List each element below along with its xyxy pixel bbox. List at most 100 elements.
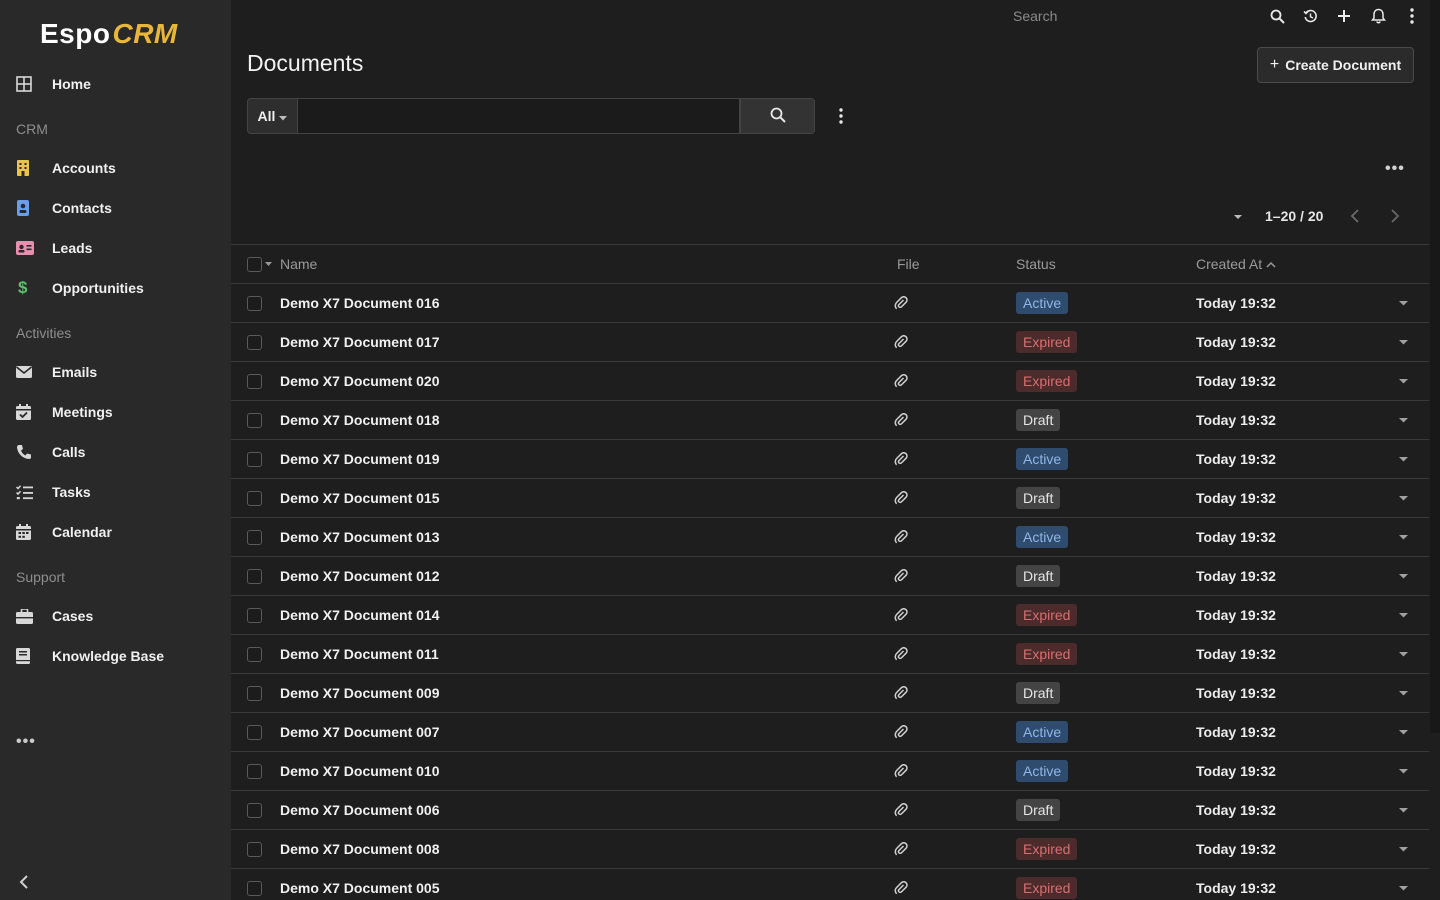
filter-scope-dropdown[interactable]: All <box>247 98 298 134</box>
table-row[interactable]: Demo X7 Document 010 Active Today 19:32 <box>231 752 1429 791</box>
document-name-link[interactable]: Demo X7 Document 011 <box>280 635 439 673</box>
document-name-link[interactable]: Demo X7 Document 017 <box>280 323 440 361</box>
list-actions-button[interactable]: ••• <box>1385 160 1405 178</box>
document-name-link[interactable]: Demo X7 Document 014 <box>280 596 440 634</box>
document-name-link[interactable]: Demo X7 Document 005 <box>280 869 440 900</box>
document-name-link[interactable]: Demo X7 Document 009 <box>280 674 440 712</box>
table-row[interactable]: Demo X7 Document 006 Draft Today 19:32 <box>231 791 1429 830</box>
plus-icon[interactable] <box>1334 6 1354 26</box>
attachment-icon[interactable] <box>894 362 908 400</box>
row-actions-caret-icon[interactable] <box>1399 284 1408 322</box>
row-checkbox[interactable] <box>247 479 262 517</box>
sidebar-item-knowledge-base[interactable]: Knowledge Base <box>0 636 231 676</box>
sidebar-item-meetings[interactable]: Meetings <box>0 392 231 432</box>
attachment-icon[interactable] <box>894 869 908 900</box>
document-name-link[interactable]: Demo X7 Document 015 <box>280 479 440 517</box>
row-checkbox[interactable] <box>247 557 262 595</box>
create-document-button[interactable]: + Create Document <box>1257 47 1414 83</box>
table-row[interactable]: Demo X7 Document 015 Draft Today 19:32 <box>231 479 1429 518</box>
row-actions-caret-icon[interactable] <box>1399 869 1408 900</box>
sidebar-item-calendar[interactable]: Calendar <box>0 512 231 552</box>
sidebar-item-opportunities[interactable]: $ Opportunities <box>0 268 231 308</box>
document-name-link[interactable]: Demo X7 Document 016 <box>280 284 440 322</box>
history-icon[interactable] <box>1300 6 1320 26</box>
sidebar-more-button[interactable]: ••• <box>16 733 36 751</box>
document-name-link[interactable]: Demo X7 Document 008 <box>280 830 440 868</box>
table-row[interactable]: Demo X7 Document 018 Draft Today 19:32 <box>231 401 1429 440</box>
table-row[interactable]: Demo X7 Document 013 Active Today 19:32 <box>231 518 1429 557</box>
page-scrollbar-thumb[interactable] <box>1430 0 1440 733</box>
sidebar-item-home[interactable]: Home <box>0 64 231 104</box>
sidebar-item-emails[interactable]: Emails <box>0 352 231 392</box>
row-actions-caret-icon[interactable] <box>1399 323 1408 361</box>
row-checkbox[interactable] <box>247 752 262 790</box>
next-page-icon[interactable] <box>1387 206 1403 226</box>
row-checkbox[interactable] <box>247 713 262 751</box>
table-row[interactable]: Demo X7 Document 012 Draft Today 19:32 <box>231 557 1429 596</box>
table-row[interactable]: Demo X7 Document 007 Active Today 19:32 <box>231 713 1429 752</box>
document-name-link[interactable]: Demo X7 Document 007 <box>280 713 440 751</box>
row-checkbox[interactable] <box>247 674 262 712</box>
attachment-icon[interactable] <box>894 791 908 829</box>
sidebar-item-tasks[interactable]: Tasks <box>0 472 231 512</box>
row-checkbox[interactable] <box>247 284 262 322</box>
row-actions-caret-icon[interactable] <box>1399 557 1408 595</box>
document-name-link[interactable]: Demo X7 Document 010 <box>280 752 440 790</box>
sidebar-item-leads[interactable]: Leads <box>0 228 231 268</box>
row-checkbox[interactable] <box>247 596 262 634</box>
table-row[interactable]: Demo X7 Document 014 Expired Today 19:32 <box>231 596 1429 635</box>
more-vertical-icon[interactable] <box>1402 6 1422 26</box>
collapse-sidebar-icon[interactable] <box>14 872 34 892</box>
row-actions-caret-icon[interactable] <box>1399 362 1408 400</box>
sidebar-item-accounts[interactable]: Accounts <box>0 148 231 188</box>
attachment-icon[interactable] <box>894 323 908 361</box>
table-row[interactable]: Demo X7 Document 017 Expired Today 19:32 <box>231 323 1429 362</box>
table-row[interactable]: Demo X7 Document 011 Expired Today 19:32 <box>231 635 1429 674</box>
table-row[interactable]: Demo X7 Document 019 Active Today 19:32 <box>231 440 1429 479</box>
table-row[interactable]: Demo X7 Document 009 Draft Today 19:32 <box>231 674 1429 713</box>
row-checkbox[interactable] <box>247 401 262 439</box>
filter-search-input[interactable] <box>298 98 740 134</box>
logo[interactable]: Espo CRM <box>40 14 178 54</box>
row-checkbox[interactable] <box>247 518 262 556</box>
attachment-icon[interactable] <box>894 830 908 868</box>
row-checkbox[interactable] <box>247 362 262 400</box>
row-actions-caret-icon[interactable] <box>1399 401 1408 439</box>
sidebar-item-calls[interactable]: Calls <box>0 432 231 472</box>
row-checkbox[interactable] <box>247 791 262 829</box>
select-all-checkbox[interactable] <box>247 245 277 283</box>
row-checkbox[interactable] <box>247 830 262 868</box>
previous-page-icon[interactable] <box>1347 206 1363 226</box>
table-row[interactable]: Demo X7 Document 008 Expired Today 19:32 <box>231 830 1429 869</box>
attachment-icon[interactable] <box>894 479 908 517</box>
attachment-icon[interactable] <box>894 713 908 751</box>
row-checkbox[interactable] <box>247 323 262 361</box>
sidebar-item-contacts[interactable]: Contacts <box>0 188 231 228</box>
attachment-icon[interactable] <box>894 752 908 790</box>
search-icon[interactable] <box>1267 6 1287 26</box>
attachment-icon[interactable] <box>894 401 908 439</box>
row-checkbox[interactable] <box>247 440 262 478</box>
row-actions-caret-icon[interactable] <box>1399 440 1408 478</box>
document-name-link[interactable]: Demo X7 Document 006 <box>280 791 440 829</box>
column-header-name[interactable]: Name <box>280 245 317 283</box>
row-actions-caret-icon[interactable] <box>1399 752 1408 790</box>
attachment-icon[interactable] <box>894 557 908 595</box>
row-actions-caret-icon[interactable] <box>1399 830 1408 868</box>
row-checkbox[interactable] <box>247 869 262 900</box>
document-name-link[interactable]: Demo X7 Document 018 <box>280 401 440 439</box>
attachment-icon[interactable] <box>894 596 908 634</box>
column-header-created-at[interactable]: Created At <box>1196 245 1276 283</box>
row-actions-caret-icon[interactable] <box>1399 518 1408 556</box>
row-actions-caret-icon[interactable] <box>1399 635 1408 673</box>
document-name-link[interactable]: Demo X7 Document 019 <box>280 440 440 478</box>
sidebar-item-cases[interactable]: Cases <box>0 596 231 636</box>
table-row[interactable]: Demo X7 Document 016 Active Today 19:32 <box>231 284 1429 323</box>
attachment-icon[interactable] <box>894 518 908 556</box>
column-header-status[interactable]: Status <box>1016 245 1056 283</box>
document-name-link[interactable]: Demo X7 Document 012 <box>280 557 440 595</box>
attachment-icon[interactable] <box>894 284 908 322</box>
row-actions-caret-icon[interactable] <box>1399 791 1408 829</box>
attachment-icon[interactable] <box>894 440 908 478</box>
pagination-caret-icon[interactable] <box>1230 208 1246 224</box>
